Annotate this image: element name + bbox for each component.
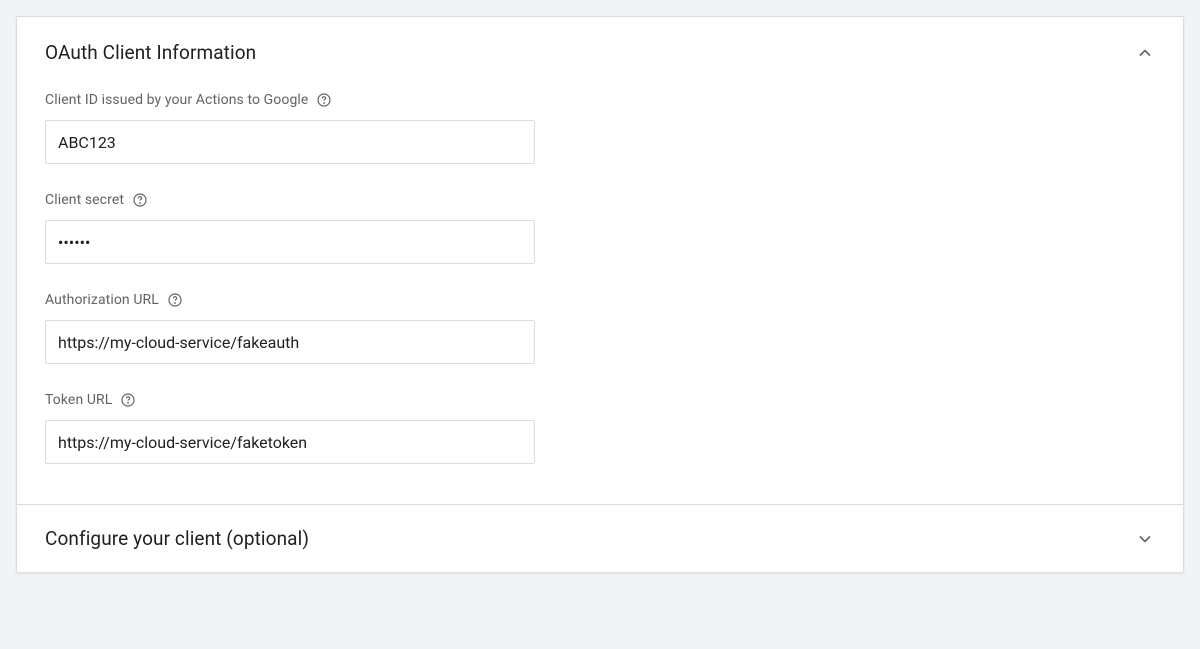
client-secret-field: Client secret	[45, 192, 1155, 264]
help-icon[interactable]	[316, 92, 332, 108]
settings-card: OAuth Client Information Client ID issue…	[16, 16, 1184, 573]
help-icon[interactable]	[132, 192, 148, 208]
token-url-label-row: Token URL	[45, 392, 1155, 408]
authorization-url-label: Authorization URL	[45, 292, 159, 308]
authorization-url-label-row: Authorization URL	[45, 292, 1155, 308]
oauth-section-header[interactable]: OAuth Client Information	[45, 41, 1155, 64]
client-secret-label: Client secret	[45, 192, 124, 208]
client-secret-input[interactable]	[45, 220, 535, 264]
configure-client-title: Configure your client (optional)	[45, 527, 309, 550]
authorization-url-field: Authorization URL	[45, 292, 1155, 364]
chevron-up-icon	[1135, 43, 1155, 63]
oauth-client-section: OAuth Client Information Client ID issue…	[17, 17, 1183, 504]
client-id-field: Client ID issued by your Actions to Goog…	[45, 92, 1155, 164]
client-id-label: Client ID issued by your Actions to Goog…	[45, 92, 308, 108]
client-id-label-row: Client ID issued by your Actions to Goog…	[45, 92, 1155, 108]
oauth-section-title: OAuth Client Information	[45, 41, 256, 64]
token-url-label: Token URL	[45, 392, 112, 408]
token-url-input[interactable]	[45, 420, 535, 464]
token-url-field: Token URL	[45, 392, 1155, 464]
chevron-down-icon	[1135, 529, 1155, 549]
help-icon[interactable]	[167, 292, 183, 308]
authorization-url-input[interactable]	[45, 320, 535, 364]
configure-client-section-header[interactable]: Configure your client (optional)	[17, 505, 1183, 572]
client-id-input[interactable]	[45, 120, 535, 164]
client-secret-label-row: Client secret	[45, 192, 1155, 208]
help-icon[interactable]	[120, 392, 136, 408]
